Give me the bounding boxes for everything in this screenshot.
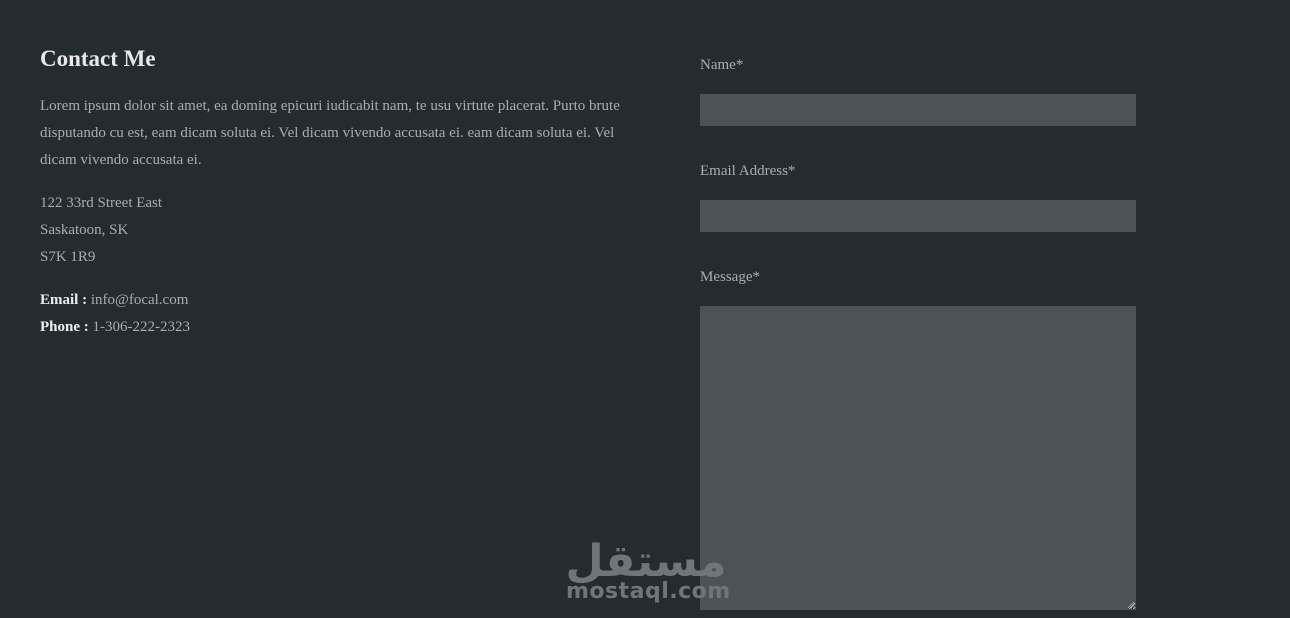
name-field[interactable] — [700, 94, 1136, 126]
message-field-label: Message* — [700, 269, 760, 285]
address-line-city: Saskatoon, SK — [40, 222, 129, 238]
name-field-label: Name* — [700, 57, 744, 73]
phone-line: Phone : 1-306-222-2323 — [40, 314, 640, 341]
contact-form: Name* Email Address* Message* — [700, 52, 1136, 610]
phone-key-label: Phone : — [40, 319, 89, 335]
phone-value: 1-306-222-2323 — [92, 319, 191, 335]
contact-info-section: Contact Me Lorem ipsum dolor sit amet, e… — [40, 44, 640, 341]
email-field-label: Email Address* — [700, 163, 796, 179]
email-field[interactable] — [700, 200, 1136, 232]
address-line-postal: S7K 1R9 — [40, 249, 96, 265]
message-field-wrapper — [700, 306, 1136, 610]
resize-handle-icon[interactable] — [1126, 600, 1135, 609]
intro-paragraph: Lorem ipsum dolor sit amet, ea doming ep… — [40, 98, 620, 168]
email-value: info@focal.com — [90, 292, 189, 308]
page-title: Contact Me — [40, 46, 156, 71]
email-line: Email : info@focal.com — [40, 287, 640, 314]
email-key-label: Email : — [40, 292, 88, 308]
message-field[interactable] — [700, 306, 1136, 610]
address-block: 122 33rd Street East Saskatoon, SK S7K 1… — [40, 190, 640, 271]
address-line-street: 122 33rd Street East — [40, 195, 163, 211]
